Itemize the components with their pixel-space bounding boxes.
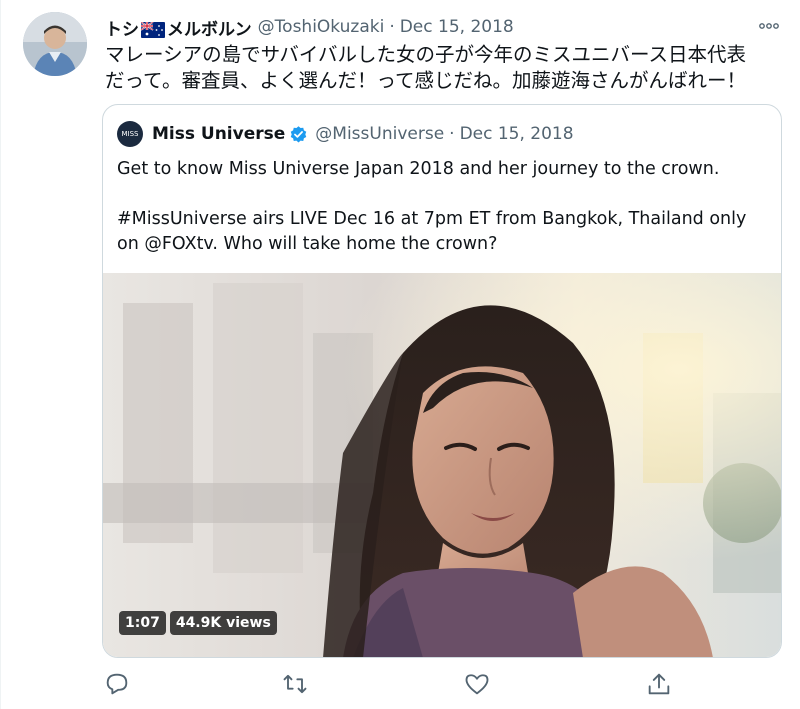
like-icon [465,674,489,695]
separator-dot: · [389,17,395,37]
display-name-part1: トシ [105,19,139,40]
share-button[interactable] [645,670,673,698]
reply-icon [106,673,128,695]
display-name[interactable]: トシ メルボルン [105,15,252,40]
quote-display-name[interactable]: Miss Universe [152,124,285,144]
video-thumbnail [103,273,781,657]
like-button[interactable] [463,670,491,698]
display-name-part2: メルボルン [167,19,252,40]
tweet: トシ メルボルン @ToshiOkuzaki · Dec 15, 2018 マレ… [0,0,800,709]
video-views: 44.9K views [169,611,277,635]
quote-header: MISS Miss Universe @MissUniverse · Dec 1… [117,121,574,147]
video-stats: 1:07 44.9K views [119,611,277,635]
quote-separator-dot: · [449,124,455,144]
reply-button[interactable] [103,670,131,698]
tweet-date[interactable]: Dec 15, 2018 [400,17,514,37]
quote-tweet[interactable]: MISS Miss Universe @MissUniverse · Dec 1… [102,104,782,658]
more-options-icon[interactable] [758,18,780,34]
avatar[interactable] [23,12,87,76]
quote-avatar[interactable]: MISS [117,121,143,147]
action-bar [101,670,681,700]
share-icon [648,673,670,695]
user-handle[interactable]: @ToshiOkuzaki [258,17,385,37]
quote-avatar-text: MISS [121,130,139,138]
retweet-button[interactable] [281,670,309,698]
retweet-icon [283,674,307,694]
video-player[interactable]: 1:07 44.9K views [103,273,781,657]
tweet-text: マレーシアの島でサバイバルした女の子が今年のミスユニバース日本代表 だって。審査… [105,43,746,92]
quote-date[interactable]: Dec 15, 2018 [460,124,574,144]
australia-flag-icon [141,21,165,38]
tweet-header: トシ メルボルン @ToshiOkuzaki · Dec 15, 2018 [105,14,514,40]
verified-badge-icon [291,125,307,142]
quote-handle[interactable]: @MissUniverse [315,124,444,144]
video-duration: 1:07 [119,611,166,635]
quote-text: Get to know Miss Universe Japan 2018 and… [117,159,747,254]
